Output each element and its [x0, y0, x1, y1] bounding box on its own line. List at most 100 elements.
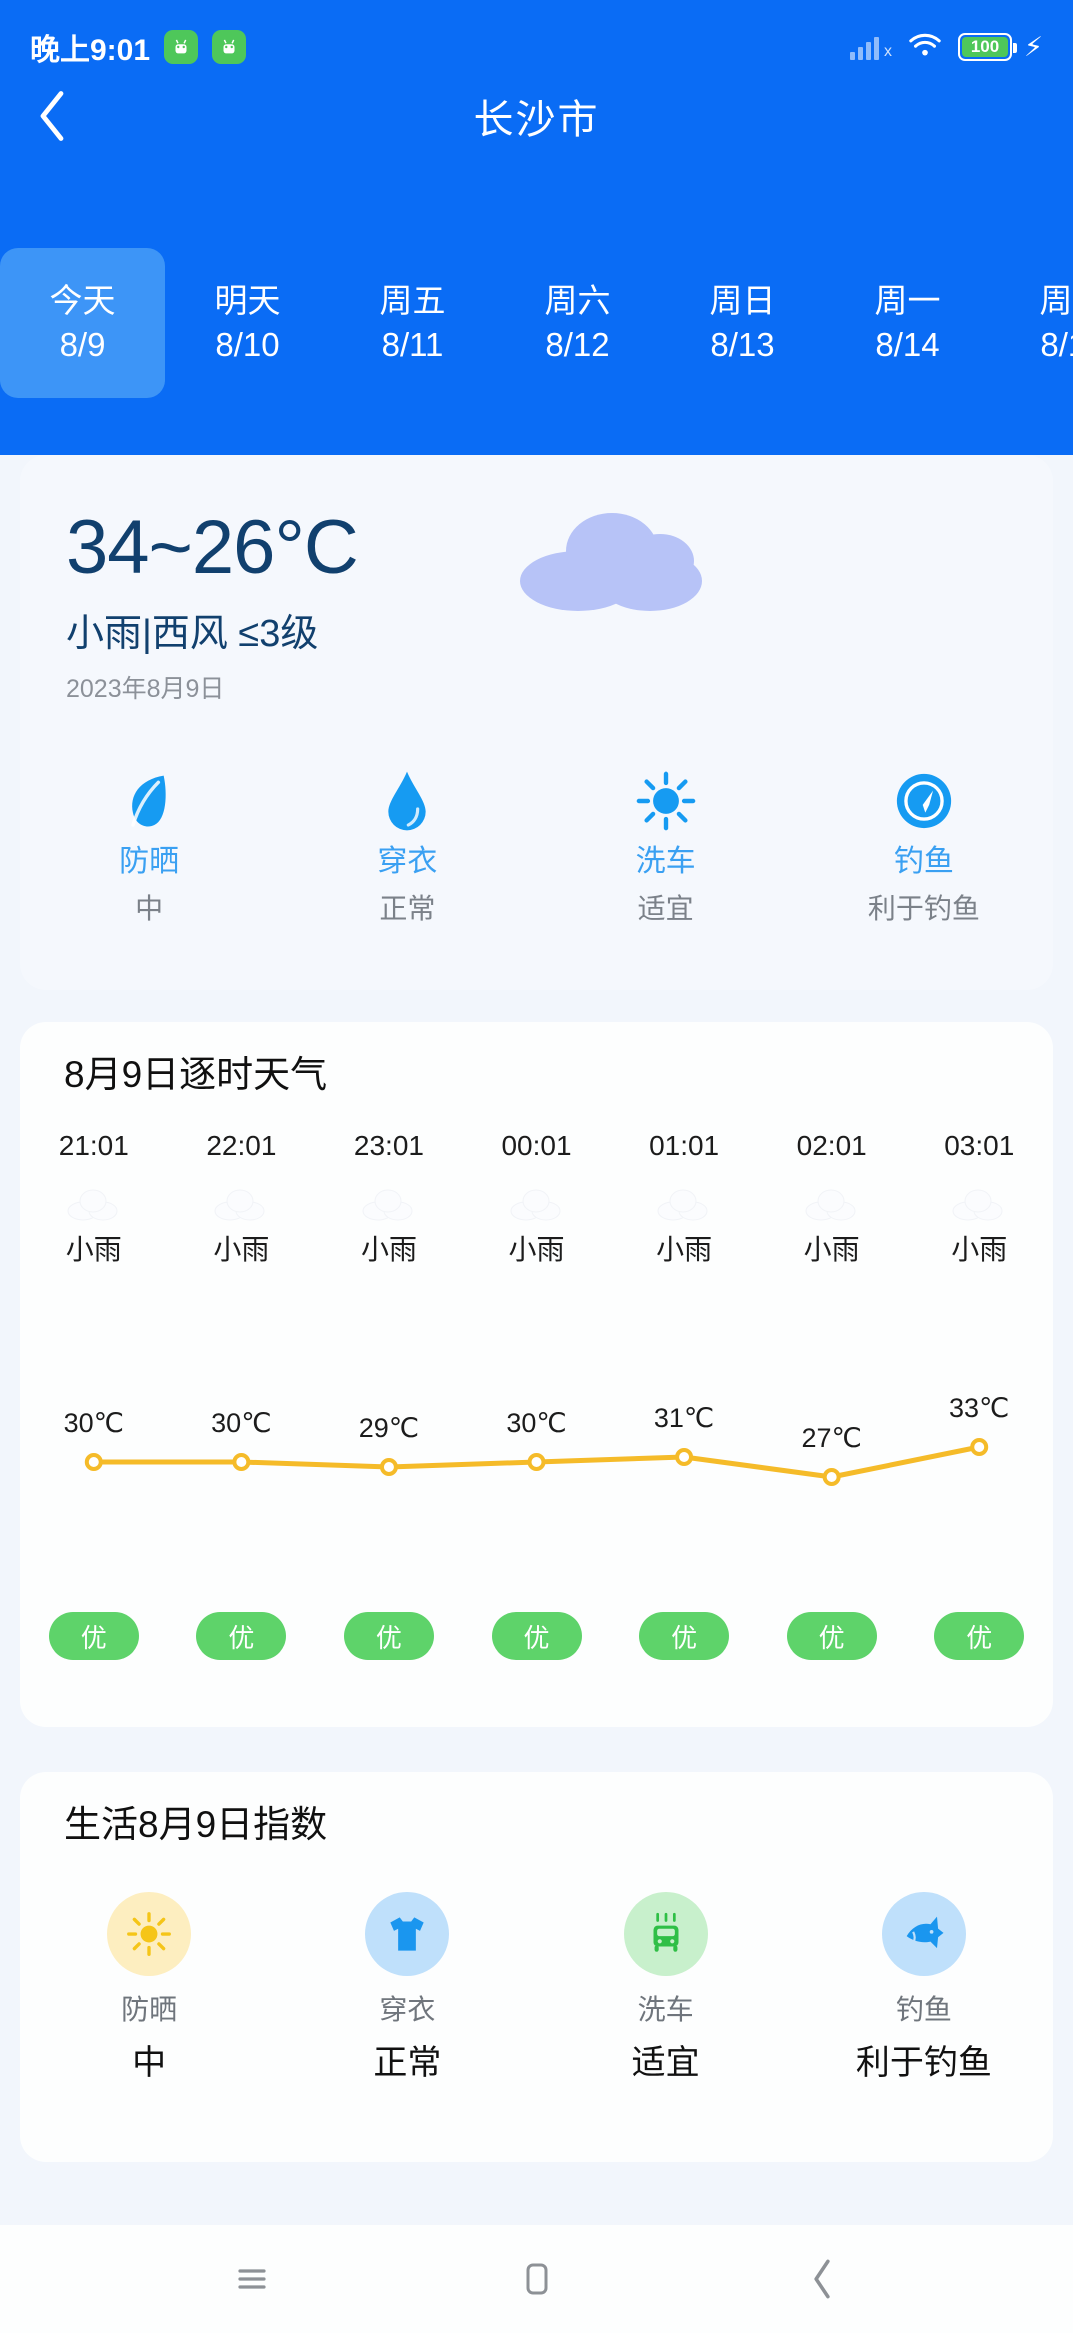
- aqi-badge: 优: [196, 1612, 286, 1660]
- aqi-badge: 优: [639, 1612, 729, 1660]
- current-weather-card: 34~26°C 小雨|西风 ≤3级 2023年8月9日: [20, 455, 1053, 990]
- aqi-cell[interactable]: 优: [610, 1612, 758, 1660]
- hourly-temperature-chart: 30℃30℃29℃30℃31℃27℃33℃: [20, 1322, 1053, 1572]
- aqi-cell[interactable]: 优: [168, 1612, 316, 1660]
- life-index-name: 穿衣: [379, 1996, 435, 2024]
- cloud-icon: [801, 1184, 863, 1224]
- home-square-icon[interactable]: [502, 2244, 572, 2314]
- index-value: 正常: [379, 895, 435, 923]
- day-tab-date: 8/11: [382, 326, 444, 364]
- hour-time: 22:01: [206, 1132, 276, 1160]
- life-index-item-sunscreen[interactable]: 防晒 中: [20, 1892, 278, 2080]
- status-bar-right: x 100 ⚡: [850, 32, 1043, 63]
- aqi-badge: 优: [492, 1612, 582, 1660]
- index-name: 穿衣: [377, 847, 437, 877]
- aqi-cell[interactable]: 优: [905, 1612, 1053, 1660]
- aqi-badge: 优: [49, 1612, 139, 1660]
- battery-icon: 100: [958, 33, 1012, 61]
- life-index-name: 洗车: [638, 1996, 694, 2024]
- life-index-card: 生活8月9日指数 防晒 中: [20, 1772, 1053, 2162]
- cloud-icon: [506, 1184, 568, 1224]
- life-index-item-carwash[interactable]: 洗车 适宜: [537, 1892, 795, 2080]
- title-bar: 长沙市: [0, 62, 1073, 170]
- index-item-fishing[interactable]: 钓鱼 利于钓鱼: [795, 765, 1053, 923]
- hour-time: 01:01: [649, 1132, 719, 1160]
- day-tab-3[interactable]: 周六 8/12: [495, 248, 660, 398]
- day-tab-date: 8/12: [545, 326, 609, 364]
- hour-column[interactable]: 00:01 小雨: [463, 1132, 611, 1264]
- day-tab-5[interactable]: 周一 8/14: [825, 248, 990, 398]
- day-tab-2[interactable]: 周五 8/11: [330, 248, 495, 398]
- aqi-row: 优 优 优 优 优 优 优: [20, 1612, 1053, 1660]
- day-tabs[interactable]: 今天 8/9 明天 8/10 周五 8/11 周六 8/12 周日 8/13 周…: [0, 248, 1073, 398]
- aqi-cell[interactable]: 优: [463, 1612, 611, 1660]
- tshirt-icon: [365, 1892, 449, 1976]
- temperature-label: 31℃: [654, 1405, 714, 1432]
- day-tab-name: 周一: [875, 282, 941, 320]
- hour-column[interactable]: 03:01 小雨: [905, 1132, 1053, 1264]
- cloud-icon: [63, 1184, 125, 1224]
- hour-condition: 小雨: [656, 1236, 712, 1264]
- index-value: 适宜: [638, 895, 694, 923]
- life-index-value: 正常: [373, 2046, 441, 2080]
- hourly-grid: 21:01 小雨 22:01 小雨 23:01 小雨: [20, 1132, 1053, 1264]
- life-index-item-clothing[interactable]: 穿衣 正常: [278, 1892, 536, 2080]
- aqi-cell[interactable]: 优: [758, 1612, 906, 1660]
- hourly-weather-card: 8月9日逐时天气 21:01 小雨 22:01 小雨 23:01: [20, 1022, 1053, 1727]
- day-tab-date: 8/10: [215, 326, 279, 364]
- signal-label: x: [884, 44, 892, 60]
- life-index-value: 利于钓鱼: [856, 2046, 992, 2080]
- aqi-badge: 优: [934, 1612, 1024, 1660]
- hour-column[interactable]: 01:01 小雨: [610, 1132, 758, 1264]
- hour-condition: 小雨: [213, 1236, 269, 1264]
- index-name: 钓鱼: [894, 847, 954, 877]
- sun-icon: [107, 1892, 191, 1976]
- day-tab-name: 今天: [50, 282, 116, 320]
- current-date: 2023年8月9日: [66, 677, 224, 702]
- temperature-label: 30℃: [211, 1410, 271, 1437]
- cloud-icon: [500, 485, 730, 640]
- day-tab-name: 周六: [545, 282, 611, 320]
- android-app-icon: [212, 30, 246, 64]
- battery-percent: 100: [971, 37, 999, 57]
- leaf-icon: [120, 765, 178, 837]
- index-item-clothing[interactable]: 穿衣 正常: [278, 765, 536, 923]
- index-name: 洗车: [636, 847, 696, 877]
- aqi-cell[interactable]: 优: [20, 1612, 168, 1660]
- android-app-icon: [164, 30, 198, 64]
- current-temperature: 34~26°C: [66, 510, 358, 586]
- day-tab-1[interactable]: 明天 8/10: [165, 248, 330, 398]
- index-item-carwash[interactable]: 洗车 适宜: [537, 765, 795, 923]
- life-index-row: 防晒 中 穿衣 正常: [20, 1892, 1053, 2080]
- temperature-label: 30℃: [506, 1410, 566, 1437]
- app-header: 晚上9:01: [0, 0, 1073, 455]
- hour-time: 21:01: [59, 1132, 129, 1160]
- aqi-cell[interactable]: 优: [315, 1612, 463, 1660]
- hour-column[interactable]: 02:01 小雨: [758, 1132, 906, 1264]
- car-icon: [624, 1892, 708, 1976]
- temperature-line-chart: [20, 1322, 1053, 1572]
- life-index-item-fishing[interactable]: 钓鱼 利于钓鱼: [795, 1892, 1053, 2080]
- day-tab-6[interactable]: 周二 8/15: [990, 248, 1073, 398]
- index-item-sunscreen[interactable]: 防晒 中: [20, 765, 278, 923]
- hour-condition: 小雨: [509, 1236, 565, 1264]
- day-tab-name: 周日: [710, 282, 776, 320]
- page-title: 长沙市: [0, 62, 1073, 170]
- cloud-icon: [358, 1184, 420, 1224]
- cloud-icon: [948, 1184, 1010, 1224]
- signal-icon: x: [850, 34, 892, 60]
- life-index-name: 钓鱼: [896, 1996, 952, 2024]
- current-index-row: 防晒 中 穿衣 正常: [20, 765, 1053, 923]
- hour-column[interactable]: 22:01 小雨: [168, 1132, 316, 1264]
- back-chevron-icon[interactable]: [787, 2244, 857, 2314]
- temperature-label: 29℃: [359, 1415, 419, 1442]
- hour-condition: 小雨: [66, 1236, 122, 1264]
- hour-column[interactable]: 23:01 小雨: [315, 1132, 463, 1264]
- day-tab-4[interactable]: 周日 8/13: [660, 248, 825, 398]
- wifi-icon: [908, 32, 942, 63]
- hour-column[interactable]: 21:01 小雨: [20, 1132, 168, 1264]
- day-tab-0[interactable]: 今天 8/9: [0, 248, 165, 398]
- life-index-title: 生活8月9日指数: [64, 1806, 327, 1843]
- temperature-label: 33℃: [949, 1395, 1009, 1422]
- menu-icon[interactable]: [217, 2244, 287, 2314]
